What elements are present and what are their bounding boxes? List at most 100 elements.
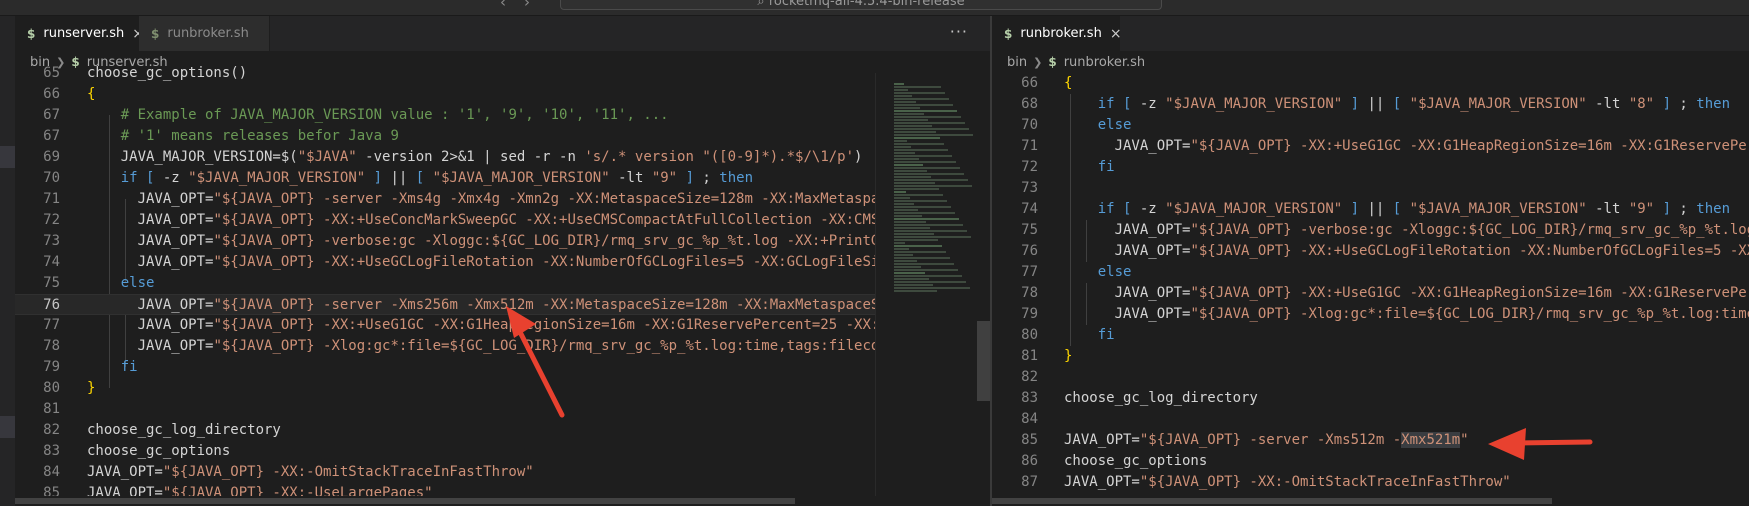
minimap-line [894,182,935,184]
code-line[interactable]: 81} [992,346,1749,367]
code-line[interactable]: 81 [15,399,990,420]
minimap-line [894,152,915,154]
line-number: 83 [1021,390,1038,406]
minimap-line [894,110,957,112]
minimap-line [894,188,939,190]
code-line[interactable]: 72 fi [992,157,1749,178]
tab-runserver-sh[interactable]: $ runserver.sh × [15,16,144,51]
code-text: JAVA_OPT="${JAVA_OPT} -Xlog:gc*:file=${G… [87,338,990,354]
code-text: } [87,380,96,396]
horizontal-scrollbar[interactable] [992,496,1749,506]
minimap-line [894,242,905,244]
code-line[interactable]: 75 else [15,273,990,294]
minimap-line [894,287,970,289]
code-line[interactable]: 65 choose_gc_options() [15,63,990,84]
editor-group-left: $ runserver.sh × $ runbroker.sh ··· bin … [15,16,990,506]
code-line[interactable]: 78 JAVA_OPT="${JAVA_OPT} -Xlog:gc*:file=… [15,336,990,357]
code-line[interactable]: 67 # '1' means releases befor Java 9 [15,126,990,147]
code-line[interactable]: 74 if [ -z "$JAVA_MAJOR_VERSION" ] || [ … [992,199,1749,220]
minimap-line [894,167,960,169]
minimap-line [894,269,958,271]
horizontal-scrollbar-thumb[interactable] [15,498,795,504]
code-line[interactable]: 66 { [992,73,1749,94]
minimap-line [894,224,963,226]
line-number: 82 [1021,369,1038,385]
back-arrow-icon[interactable]: ‹ [500,0,524,11]
tab-label: runbroker.sh [167,26,249,41]
code-text: choose_gc_options [1064,453,1208,469]
code-line[interactable]: 86 choose_gc_options [992,451,1749,472]
code-line[interactable]: 75 JAVA_OPT="${JAVA_OPT} -verbose:gc -Xl… [992,220,1749,241]
code-text: choose_gc_options() [87,65,248,81]
minimap-line [894,245,942,247]
code-text: JAVA_OPT="${JAVA_OPT} -XX:-OmitStackTrac… [1064,474,1511,490]
close-icon[interactable]: × [1110,26,1122,42]
code-line[interactable]: 77 JAVA_OPT="${JAVA_OPT} -XX:+UseG1GC -X… [15,315,990,336]
line-number: 81 [43,401,60,417]
line-number: 68 [1021,96,1038,112]
code-line[interactable]: 84 [992,409,1749,430]
minimap-line [894,179,968,181]
code-line[interactable]: 77 else [992,262,1749,283]
line-number: 77 [43,317,60,333]
code-text: { [87,86,96,102]
code-line[interactable]: 78 JAVA_OPT="${JAVA_OPT} -XX:+UseG1GC -X… [992,283,1749,304]
minimap-line [894,230,967,232]
code-line[interactable]: 80} [15,378,990,399]
activity-indicator[interactable] [0,416,15,438]
code-line[interactable]: 70 else [992,115,1749,136]
minimap-line [894,233,934,235]
code-text: JAVA_OPT="${JAVA_OPT} -XX:-OmitStackTrac… [87,464,534,480]
code-line[interactable]: 76 JAVA_OPT="${JAVA_OPT} -server -Xms256… [15,294,990,315]
code-line[interactable]: 67 # Example of JAVA_MAJOR_VERSION value… [15,105,990,126]
code-line[interactable]: 79 fi [15,357,990,378]
activity-indicator[interactable] [0,146,15,168]
line-number: 71 [1021,138,1038,154]
code-line[interactable]: 70 if [ -z "$JAVA_MAJOR_VERSION" ] || [ … [15,168,990,189]
line-number: 85 [1021,432,1038,448]
minimap-line [894,86,941,88]
code-line[interactable]: 76 JAVA_OPT="${JAVA_OPT} -XX:+UseGCLogFi… [992,241,1749,262]
code-line[interactable]: 84 JAVA_OPT="${JAVA_OPT} -XX:-OmitStackTr… [15,462,990,483]
horizontal-scrollbar[interactable] [15,496,990,506]
code-text: JAVA_OPT="${JAVA_OPT} -verbose:gc -Xlogg… [87,233,956,249]
breadcrumb-file[interactable]: runbroker.sh [1064,55,1145,70]
editor-group-right: $ runbroker.sh × bin ❯ $ runbroker.sh 66… [992,16,1749,506]
code-line[interactable]: 74 JAVA_OPT="${JAVA_OPT} -XX:+UseGCLogFi… [15,252,990,273]
code-text: else [1097,264,1132,280]
minimap[interactable] [875,73,990,506]
line-number: 83 [43,443,60,459]
line-number: 82 [43,422,60,438]
code-line[interactable]: 82 choose_gc_log_directory [15,420,990,441]
code-line[interactable]: 71 JAVA_OPT="${JAVA_OPT} -server -Xms4g … [15,189,990,210]
code-line[interactable]: 85 JAVA_OPT="${JAVA_OPT} -server -Xms512m… [992,430,1749,451]
code-text: JAVA_OPT="${JAVA_OPT} -XX:+UseG1GC -XX:G… [87,317,990,333]
breadcrumb-folder[interactable]: bin [1007,55,1027,70]
command-center-search[interactable]: ⌕ rocketmq-all-4.5.4-bin-release [560,0,1162,10]
code-line[interactable]: 73 JAVA_OPT="${JAVA_OPT} -verbose:gc -Xl… [15,231,990,252]
code-text: JAVA_OPT="${JAVA_OPT} -XX:+UseG1GC -XX:G… [1064,285,1749,301]
code-line[interactable]: 79 JAVA_OPT="${JAVA_OPT} -Xlog:gc*:file=… [992,304,1749,325]
line-number: 80 [43,380,60,396]
more-actions-icon[interactable]: ··· [950,22,968,41]
code-line[interactable]: 80 fi [992,325,1749,346]
code-line[interactable]: 66 { [15,84,990,105]
code-line[interactable]: 69 JAVA_MAJOR_VERSION=$("$JAVA" -version… [15,147,990,168]
code-line[interactable]: 73 [992,178,1749,199]
horizontal-scrollbar-thumb[interactable] [992,498,1552,504]
forward-arrow-icon[interactable]: › [524,0,548,11]
code-line[interactable]: 72 JAVA_OPT="${JAVA_OPT} -XX:+UseConcMar… [15,210,990,231]
code-line[interactable]: 87 JAVA_OPT="${JAVA_OPT} -XX:-OmitStackTr… [992,472,1749,493]
tab-runbroker-sh[interactable]: $ runbroker.sh [139,16,270,51]
minimap-line [894,218,959,220]
vertical-scrollbar-thumb[interactable] [977,321,990,401]
tab-runbroker-sh[interactable]: $ runbroker.sh × [992,16,1122,51]
code-line[interactable]: 68 if [ -z "$JAVA_MAJOR_VERSION" ] || [ … [992,94,1749,115]
minimap-line [894,149,948,151]
code-line[interactable]: 83 choose_gc_log_directory [992,388,1749,409]
minimap-line [894,239,938,241]
code-text: if [ -z "$JAVA_MAJOR_VERSION" ] || [ "$J… [120,170,754,186]
code-line[interactable]: 82 [992,367,1749,388]
code-line[interactable]: 83 choose_gc_options [15,441,990,462]
code-line[interactable]: 71 JAVA_OPT="${JAVA_OPT} -XX:+UseG1GC -X… [992,136,1749,157]
